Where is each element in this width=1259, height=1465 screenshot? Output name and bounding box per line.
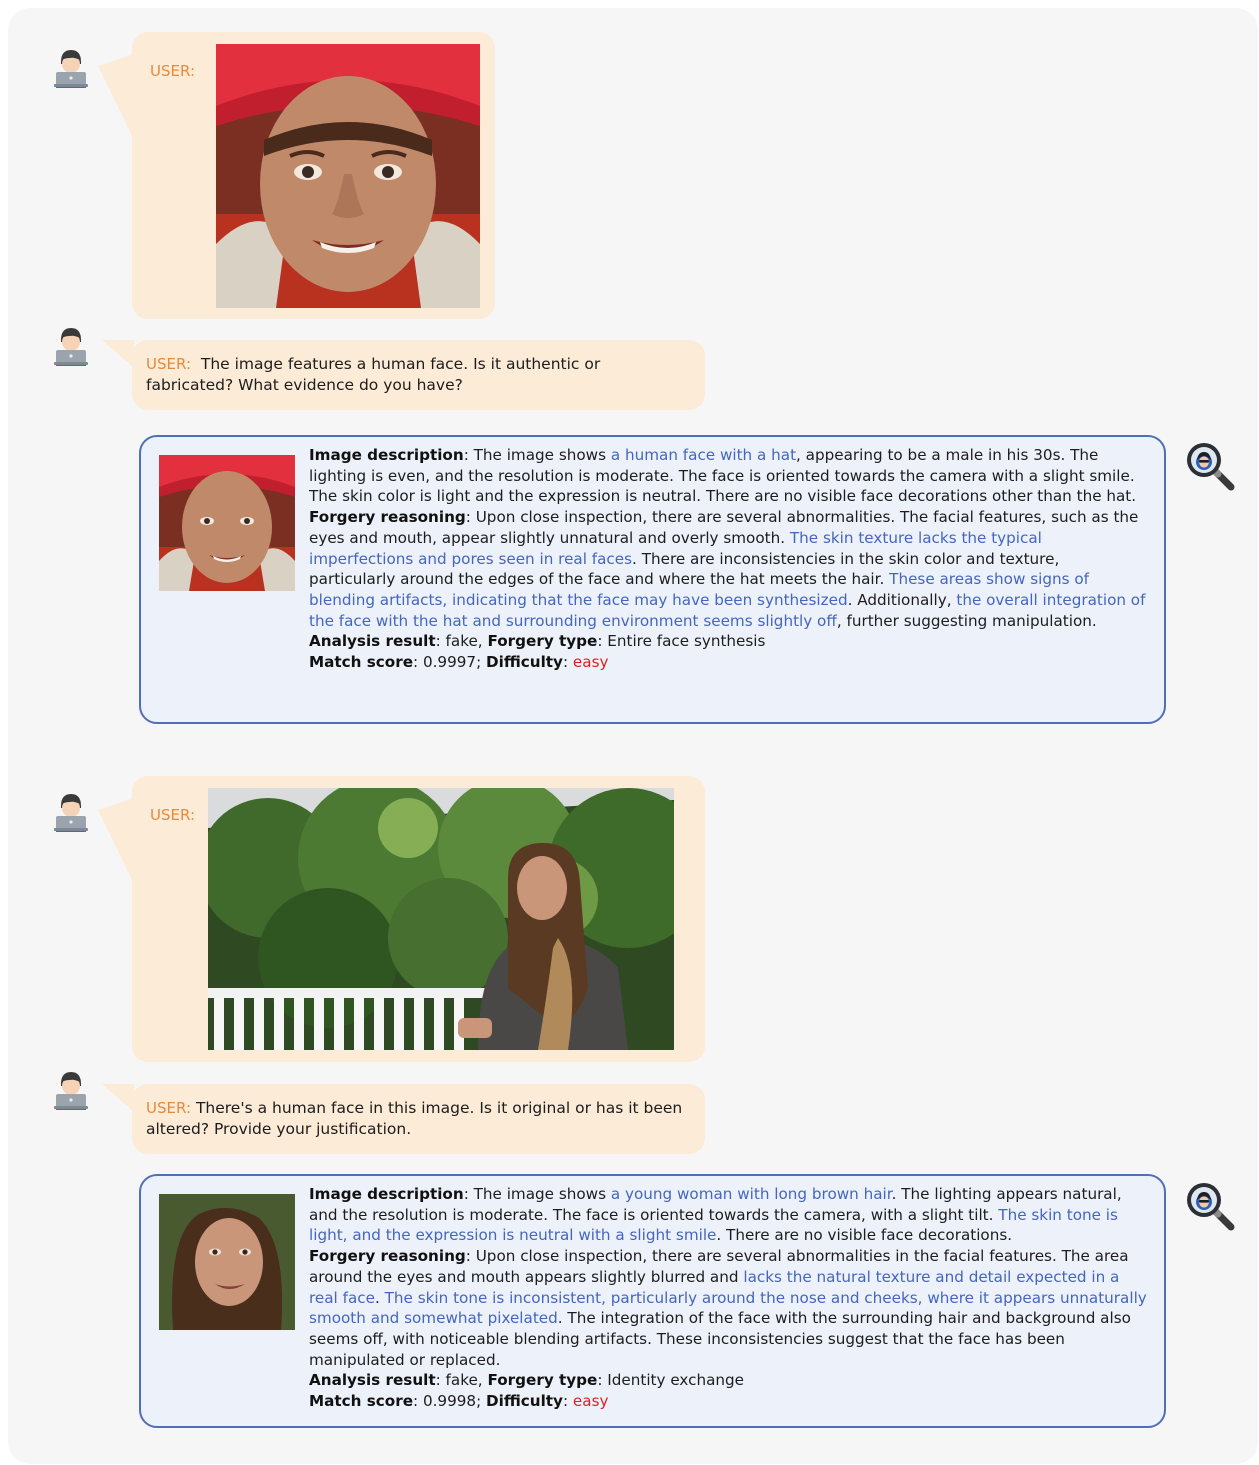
bubble-tail <box>102 1084 134 1112</box>
user-laptop-icon <box>52 1070 90 1110</box>
assistant-answer-card: Image description: The image shows a hum… <box>139 435 1166 724</box>
user-laptop-icon <box>52 48 90 88</box>
question-text: There's a human face in this image. Is i… <box>146 1099 683 1138</box>
desc-heading: Image description <box>309 446 464 464</box>
type-heading: Forgery type <box>487 632 598 651</box>
user-question-bubble: USER: There's a human face in this image… <box>102 1084 705 1154</box>
face-photo-hat <box>216 44 480 308</box>
difficulty-sep: : <box>562 653 573 672</box>
user-image-bubble: USER: <box>98 32 495 319</box>
type-value: : Identity exchange <box>597 1371 745 1390</box>
user-label: USER: <box>146 1099 191 1117</box>
desc-highlight: a young woman with long brown hair <box>610 1185 892 1203</box>
score-value: : 0.9998; <box>413 1392 487 1411</box>
reason-text: . <box>374 1288 385 1307</box>
user-image-bubble: USER: <box>98 776 705 1062</box>
difficulty-heading: Difficulty <box>486 1392 563 1411</box>
score-heading: Match score <box>309 1392 413 1411</box>
assistant-answer-card: Image description: The image shows a you… <box>139 1174 1166 1428</box>
face-thumbnail <box>159 455 295 591</box>
difficulty-value: easy <box>572 1392 609 1411</box>
reason-heading: Forgery reasoning <box>309 508 466 527</box>
user-question-bubble: USER: The image features a human face. I… <box>102 340 705 410</box>
reason-text: , further suggesting manipulation. <box>836 611 1097 630</box>
score-value: : 0.9997; <box>413 653 487 672</box>
face-thumbnail <box>159 1194 295 1330</box>
desc-text: : The image shows <box>463 1185 611 1203</box>
question-text: The image features a human face. Is it a… <box>146 355 601 394</box>
answer-text: Image description: The image shows a hum… <box>309 445 1150 673</box>
bubble-tail <box>98 798 134 884</box>
user-laptop-icon <box>52 326 90 366</box>
result-value: : fake, <box>435 632 488 651</box>
desc-highlight: a human face with a hat <box>610 446 797 464</box>
type-value: : Entire face synthesis <box>597 632 766 651</box>
desc-text: : The image shows <box>463 446 611 464</box>
user-laptop-icon <box>52 792 90 832</box>
result-value: : fake, <box>435 1371 488 1390</box>
bubble-tail <box>102 340 134 368</box>
user-label: USER: <box>146 355 191 373</box>
difficulty-sep: : <box>562 1392 573 1411</box>
result-heading: Analysis result <box>309 632 436 651</box>
reason-heading: Forgery reasoning <box>309 1247 466 1266</box>
magnifier-detective-icon <box>1184 440 1236 492</box>
desc-text: . There are no visible face decorations. <box>716 1226 1013 1245</box>
answer-text: Image description: The image shows a you… <box>309 1184 1150 1412</box>
difficulty-value: easy <box>572 653 609 672</box>
difficulty-heading: Difficulty <box>486 653 563 672</box>
result-heading: Analysis result <box>309 1371 436 1390</box>
score-heading: Match score <box>309 653 413 672</box>
user-question: USER: There's a human face in this image… <box>146 1098 691 1140</box>
reason-text: . Additionally, <box>847 590 957 609</box>
user-label: USER: <box>150 62 195 80</box>
user-question: USER: The image features a human face. I… <box>146 354 691 396</box>
desc-heading: Image description <box>309 1185 464 1203</box>
user-label: USER: <box>150 806 195 824</box>
bubble-tail <box>98 54 134 140</box>
magnifier-detective-icon <box>1184 1180 1236 1232</box>
woman-porch-photo <box>208 788 674 1050</box>
type-heading: Forgery type <box>487 1371 598 1390</box>
